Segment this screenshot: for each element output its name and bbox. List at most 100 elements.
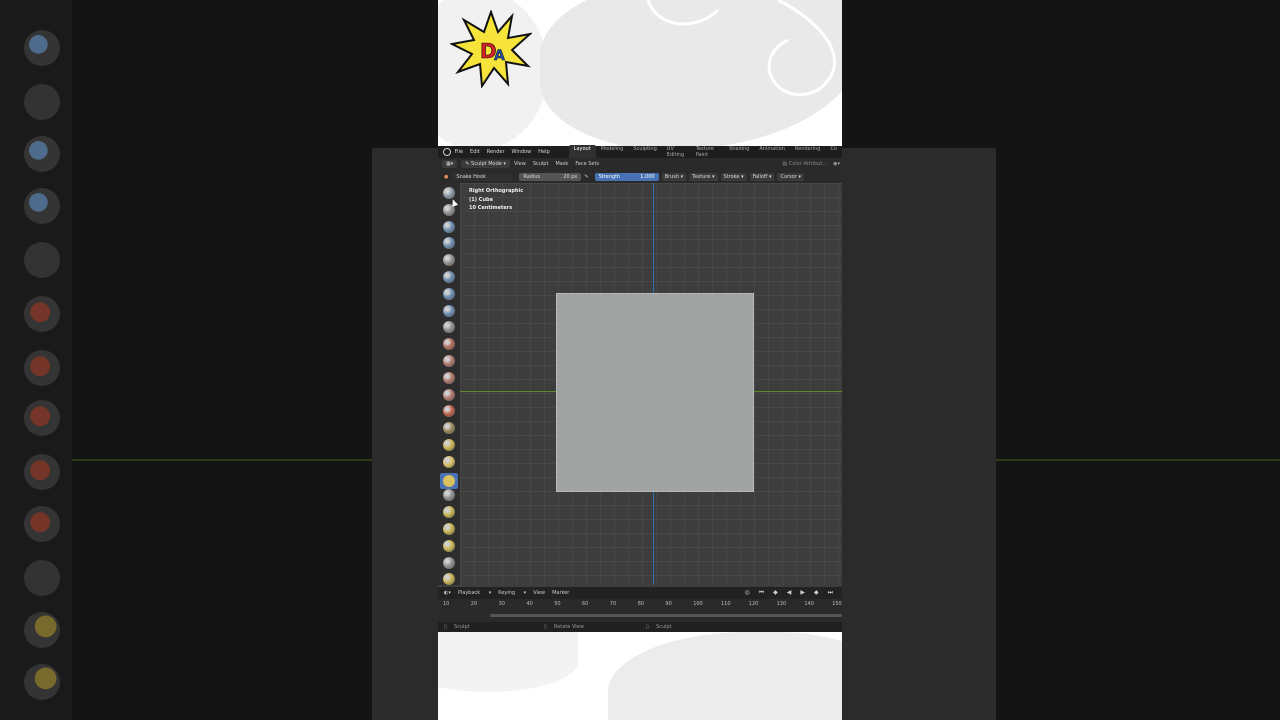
sculpt-brush-tool-icon[interactable] [443,573,455,586]
active-object: (1) Cube [469,196,493,203]
blender-logo-icon[interactable] [443,148,451,156]
frame-ruler[interactable]: 10 20 30 40 50 60 70 80 90 100 110 120 130 140 150 [438,601,842,609]
tab-rendering[interactable]: Rendering [790,145,826,159]
tab-shading[interactable]: Shading [724,145,754,159]
sculpt-brush-tool-icon[interactable] [443,556,455,569]
next-key-icon[interactable]: ◆ [814,589,819,597]
cursor-dropdown-label: Cursor [780,173,797,180]
sculpt-brush-tool-icon[interactable] [443,304,455,317]
keying-label: Keying [498,590,516,596]
sculpt-brush-tool-icon[interactable] [443,338,455,351]
falloff-dropdown[interactable]: Falloff ▾ [749,172,775,181]
menu-sculpt[interactable]: Sculpt [533,161,549,167]
brush-dropdown[interactable]: Brush ▾ [661,172,687,181]
overlay-icon[interactable]: ◉▾ [833,161,840,167]
mode-selector[interactable]: ✎ Sculpt Mode ▾ [461,160,510,168]
blender-window: File Edit Render Window Help Layout Mode… [438,145,842,632]
background-brush-icon [24,242,60,278]
3d-viewport[interactable]: Right Orthographic (1) Cube 10 Centimete… [460,183,842,585]
tab-texture-paint[interactable]: Texture Paint [691,145,724,159]
radius-value: 20 px [563,173,578,180]
frame-tick-label: 60 [582,601,589,607]
background-axis-line [72,459,372,461]
sculpt-brush-tool-icon[interactable] [443,187,455,199]
timeline-editor-icon[interactable]: ◐▾ [444,590,451,596]
menu-help[interactable]: Help [538,149,549,155]
sculpt-brush-tool-icon[interactable] [443,506,455,519]
play-icon[interactable]: ▶ [800,589,805,597]
sculpt-brush-tool-icon[interactable] [443,539,455,552]
tab-modeling[interactable]: Modeling [596,145,629,159]
sculpt-brush-tool-icon[interactable] [443,321,455,334]
selected-brush-icon [443,474,455,487]
sculpt-brush-tool-icon[interactable] [443,371,455,384]
brush-name-field[interactable]: Snake Hook [452,172,513,181]
tab-animation[interactable]: Animation [754,145,790,159]
top-menu-bar: File Edit Render Window Help Layout Mode… [438,145,842,159]
texture-dropdown[interactable]: Texture ▾ [689,172,718,181]
frame-tick-label: 120 [748,601,759,607]
timeline-scrollbar[interactable] [490,614,842,617]
cube-object[interactable] [556,293,754,492]
sculpt-brush-tool-icon[interactable] [443,523,455,535]
radius-field[interactable]: Radius 20 px [519,172,582,181]
sculpt-brush-tool-icon[interactable] [443,388,455,401]
sculpt-brush-tool-icon[interactable] [443,271,455,283]
frame-tick-label: 20 [470,601,478,607]
background-brush-icon [24,84,60,120]
frame-tick-label: 80 [637,601,644,607]
prev-key-icon[interactable]: ◆ [773,589,778,597]
sculpt-brush-tool-icon[interactable] [443,355,455,367]
playback-controls: ◎ ⏮ ◆ ◀ ▶ ◆ ⏭ [744,589,840,597]
timeline-header: ◐▾ Playback ▾ Keying ▾ View Marker ◎ ⏮ ◆… [438,587,842,599]
menu-window[interactable]: Window [512,149,532,155]
sculpt-brush-tool-icon[interactable] [443,489,455,502]
jump-start-icon[interactable]: ⏮ [759,589,764,597]
menu-edit[interactable]: Edit [470,149,480,155]
menu-keying[interactable]: Keying ▾ [498,590,526,596]
menu-marker[interactable]: Marker [552,590,569,596]
sculpt-brush-tool-icon[interactable] [443,422,455,435]
tab-layout[interactable]: Layout [568,145,596,159]
sculpt-brush-tool-icon[interactable] [443,254,455,267]
falloff-dropdown-label: Falloff [752,173,768,180]
strength-label: Strength [598,173,621,180]
sculpt-brush-tool-icon[interactable] [440,472,458,489]
record-icon[interactable]: ◎ [744,589,749,597]
stroke-dropdown[interactable]: Stroke ▾ [720,172,747,181]
editor-type-icon[interactable]: ▦▾ [442,160,458,168]
menu-playback[interactable]: Playback ▾ [458,590,491,596]
sculpt-brush-tool-icon[interactable] [443,237,455,250]
jump-end-icon[interactable]: ⏭ [828,589,833,597]
color-attribute-label: Color Attribut... [788,161,828,167]
playback-label: Playback [457,590,481,596]
color-attribute-field[interactable]: ▧ Color Attribut... [782,161,827,167]
sculpt-brush-tool-icon[interactable] [443,405,455,418]
pressure-icon[interactable]: ✎ [584,174,588,180]
tab-compositing[interactable]: Co [825,145,842,159]
menu-file[interactable]: File [455,149,463,155]
sculpt-brush-tool-icon[interactable] [443,455,455,468]
menu-timeline-view[interactable]: View [533,590,545,596]
status-bar: ▯ Sculpt ▯ Rotate View ▯ Sculpt [438,622,842,632]
strength-field[interactable]: Strength 1.000 [594,172,659,181]
frame-tick-label: 140 [804,601,814,607]
mouse-left-icon: ▯ [444,624,447,630]
frame-tick-label: 150 [832,601,842,607]
sculpt-brush-tool-icon[interactable] [443,287,455,300]
tab-uv-editing[interactable]: UV Editing [662,145,691,159]
menu-mask[interactable]: Mask [555,161,568,167]
play-reverse-icon[interactable]: ◀ [787,589,792,597]
menu-face-sets[interactable]: Face Sets [575,161,599,167]
status-left: Sculpt [454,624,470,630]
menu-render[interactable]: Render [487,149,505,155]
sculpt-brush-tool-icon[interactable] [443,220,455,233]
menu-view[interactable]: View [514,161,526,167]
brush-icon[interactable]: ● [444,174,448,180]
decor-blob [608,632,842,720]
background-axis-line [996,459,1280,461]
background-panel-right [842,148,996,720]
tab-sculpting[interactable]: Sculpting [628,145,661,159]
cursor-dropdown[interactable]: Cursor ▾ [777,172,805,181]
sculpt-brush-tool-icon[interactable] [443,439,455,451]
